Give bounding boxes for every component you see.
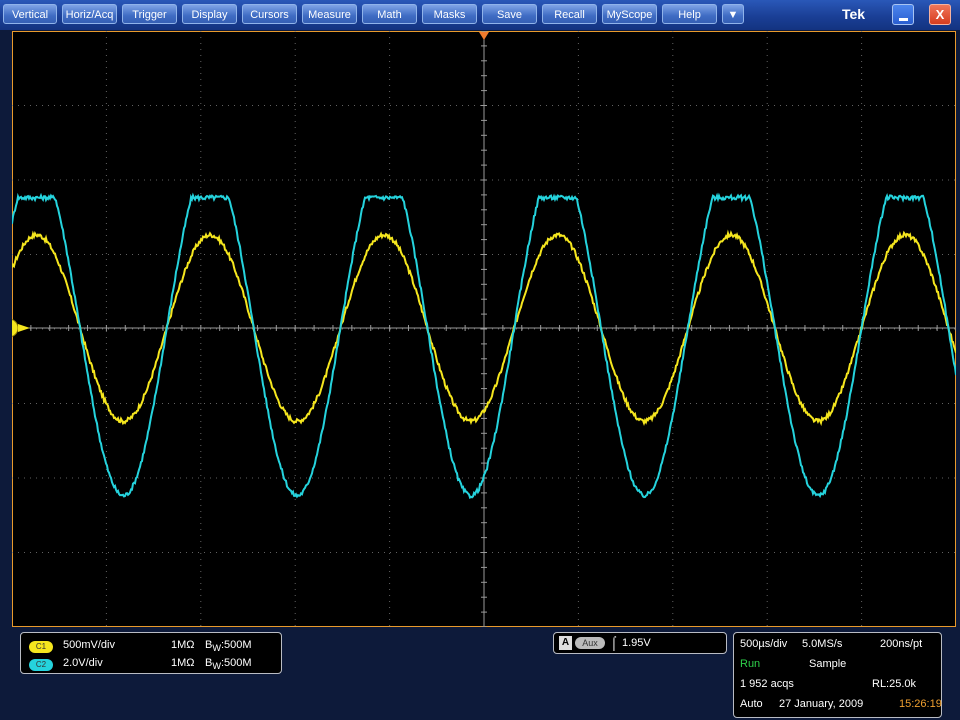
ch1-scale: 500mV/div [63, 639, 115, 651]
channel-panel[interactable]: C1 500mV/div 1MΩ BW:500M C2 2.0V/div 1MΩ… [20, 632, 282, 674]
ch1-badge[interactable]: C1 [29, 641, 53, 653]
ch2-bandwidth: BW:500M [205, 657, 252, 671]
menu-button-cursors[interactable]: Cursors [242, 4, 297, 24]
time: 15:26:19 [899, 698, 942, 710]
menu-bar: Vertical Horiz/Acq Trigger Display Cursors Me… [0, 0, 960, 30]
menu-button-myscope[interactable]: MyScope [602, 4, 657, 24]
menu-button-math[interactable]: Math [362, 4, 417, 24]
trigger-a-badge: A [559, 636, 572, 650]
timebase-panel[interactable]: 500µs/div 5.0MS/s 200ns/pt Run Sample 1 … [733, 632, 942, 718]
waveform-display[interactable]: 1 [12, 31, 956, 627]
tek-logo: Tek [842, 6, 866, 22]
ch1-bandwidth: BW:500M [205, 639, 252, 653]
acquisition-count: 1 952 acqs [740, 678, 794, 690]
trigger-source-badge: Aux [575, 637, 605, 649]
trigger-panel[interactable]: A Aux ⌠ 1.95V [553, 632, 727, 654]
ch2-coupling: 1MΩ [171, 657, 195, 669]
ch1-coupling: 1MΩ [171, 639, 195, 651]
menu-button-display[interactable]: Display [182, 4, 237, 24]
ch2-scale: 2.0V/div [63, 657, 103, 669]
record-length: RL:25.0k [872, 678, 917, 690]
trigger-mode: Auto [740, 698, 763, 710]
ch1-bw-w: W [212, 643, 221, 654]
menu-button-measure[interactable]: Measure [302, 4, 357, 24]
horizontal-scale: 500µs/div [740, 638, 788, 650]
date: 27 January, 2009 [779, 698, 864, 710]
menu-button-horiz-acq[interactable]: Horiz/Acq [62, 4, 117, 24]
minimize-button[interactable] [892, 4, 914, 25]
ch1-bw-value: :500M [221, 639, 252, 651]
minimize-icon [899, 18, 908, 21]
menu-button-save[interactable]: Save [482, 4, 537, 24]
sample-rate: 5.0MS/s [802, 638, 843, 650]
trigger-level: 1.95V [622, 637, 651, 649]
time-resolution: 200ns/pt [880, 638, 923, 650]
close-button[interactable]: X [929, 4, 951, 25]
ch2-bw-w: W [212, 661, 221, 672]
ch2-bw-value: :500M [221, 657, 252, 669]
run-state: Run [740, 658, 761, 670]
status-area: C1 500mV/div 1MΩ BW:500M C2 2.0V/div 1MΩ… [0, 628, 960, 720]
menu-button-trigger[interactable]: Trigger [122, 4, 177, 24]
menu-button-recall[interactable]: Recall [542, 4, 597, 24]
trigger-slope-icon: ⌠ [610, 635, 618, 650]
menu-button-vertical[interactable]: Vertical [3, 4, 57, 24]
acquisition-mode: Sample [809, 658, 847, 670]
menu-button-masks[interactable]: Masks [422, 4, 477, 24]
menu-more-button[interactable]: ▼ [722, 4, 744, 24]
ch2-badge[interactable]: C2 [29, 659, 53, 671]
menu-button-help[interactable]: Help [662, 4, 717, 24]
